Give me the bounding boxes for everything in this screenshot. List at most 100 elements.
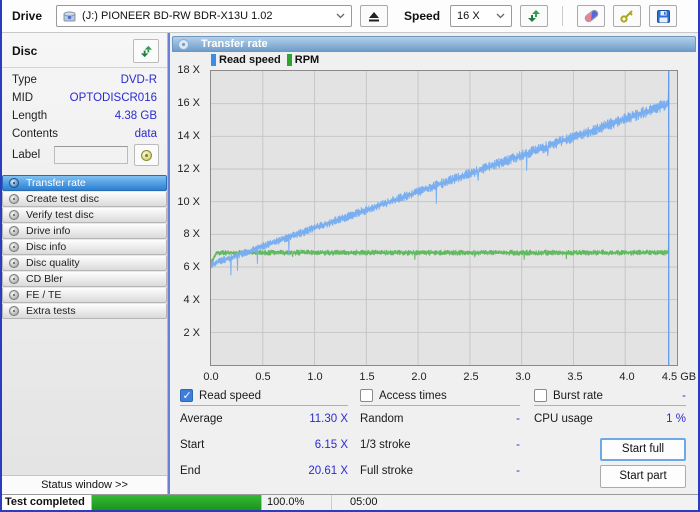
panel-title-bar: Transfer rate	[172, 36, 696, 52]
divider	[2, 67, 167, 68]
rpm-legend-label: RPM	[294, 54, 320, 66]
disc-icon	[9, 194, 19, 204]
stat-row-start: Start 6.15 X	[180, 432, 348, 458]
stat-title: Read speed	[199, 389, 262, 402]
disc-field-length: Length 4.38 GB	[12, 110, 157, 126]
read-speed-legend-label: Read speed	[219, 54, 281, 66]
stat-label: Full stroke	[360, 465, 414, 477]
stat-row-third-stroke: 1/3 stroke -	[360, 432, 520, 458]
write-label-button[interactable]	[134, 144, 159, 166]
disc-field-type: Type DVD-R	[12, 74, 157, 90]
nav-item-label: Verify test disc	[26, 209, 94, 221]
nav-item-label: Disc info	[26, 241, 67, 253]
label-input[interactable]	[54, 146, 129, 164]
speed-value: 16 X	[457, 10, 480, 22]
read-speed-legend-swatch	[211, 54, 216, 66]
drive-value: (J:) PIONEER BD-RW BDR-X13U 1.02	[82, 10, 273, 22]
speed-select[interactable]: 16 X	[450, 5, 513, 27]
nav-item-label: Drive info	[26, 225, 71, 237]
access-times-checkbox[interactable]	[360, 389, 373, 402]
disc-icon	[178, 38, 189, 50]
stats-read-speed: Read speed Average 11.30 X Start 6.15 X …	[180, 388, 348, 484]
disc-icon	[9, 210, 19, 220]
stat-label: 1/3 stroke	[360, 439, 411, 451]
progress-bar	[92, 495, 262, 510]
disc-field-mid: MID OPTODISCR016	[12, 92, 157, 108]
stat-value: 20.61 X	[308, 465, 348, 477]
disc-label-row: Label	[12, 143, 159, 167]
stat-value: 11.30 X	[309, 413, 348, 425]
nav-item-disc-info[interactable]: Disc info	[2, 239, 167, 255]
status-text: Test completed	[2, 495, 92, 510]
transfer-rate-panel: Transfer rate Read speed RPM 18 X 16 X 14 …	[170, 33, 698, 494]
nav-item-cd-bler[interactable]: CD Bler	[2, 271, 167, 287]
label-field-label: Label	[12, 149, 41, 161]
stat-value: -	[516, 413, 520, 425]
disc-quality-tool-button[interactable]	[577, 5, 606, 27]
disc-icon	[141, 149, 153, 161]
stat-row-end: End 20.61 X	[180, 458, 348, 484]
disc-icon	[9, 306, 19, 316]
drive-icon	[63, 11, 76, 21]
disc-field-contents: Contents data	[12, 128, 157, 144]
eject-button[interactable]	[360, 5, 389, 27]
nav-item-extra-tests[interactable]: Extra tests	[2, 303, 167, 319]
rpm-legend-swatch	[286, 54, 292, 66]
disc-icon	[9, 258, 19, 268]
nav-item-create-test-disc[interactable]: Create test disc	[2, 191, 167, 207]
chevron-down-icon	[336, 13, 345, 19]
start-full-button[interactable]: Start full	[600, 438, 686, 461]
stat-row-cpu-usage: CPU usage 1 %	[534, 406, 686, 432]
stat-label: Average	[180, 413, 223, 425]
nav-item-label: FE / TE	[26, 289, 62, 301]
nav-list: Transfer rate Create test disc Verify te…	[2, 175, 167, 319]
toolbar-separator	[562, 6, 564, 26]
refresh-icon	[140, 45, 152, 57]
field-value: OPTODISCR016	[69, 92, 157, 104]
stat-row-full-stroke: Full stroke -	[360, 458, 520, 484]
stat-value: -	[516, 439, 520, 451]
nav-item-transfer-rate[interactable]: Transfer rate	[2, 175, 167, 191]
stat-title: Burst rate	[553, 389, 603, 402]
pill-icon	[582, 8, 600, 24]
save-icon	[656, 9, 670, 23]
stat-value: 1 %	[666, 413, 686, 425]
x-axis-labels: 0.0 0.5 1.0 1.5 2.0 2.5 3.0 3.5 4.0 4.5 GB	[203, 371, 697, 383]
status-bar: Test completed 100.0% 05:00	[2, 494, 698, 510]
chart-legend: Read speed RPM	[211, 54, 319, 66]
refresh-speed-button[interactable]	[520, 5, 549, 27]
status-window-button[interactable]: Status window >>	[2, 475, 167, 494]
disc-icon	[9, 242, 19, 252]
field-value: DVD-R	[120, 74, 157, 86]
field-label: Length	[12, 110, 48, 122]
nav-item-label: Extra tests	[26, 305, 76, 317]
nav-item-verify-test-disc[interactable]: Verify test disc	[2, 207, 167, 223]
read-speed-checkbox[interactable]	[180, 389, 193, 402]
stat-header-value: -	[682, 389, 686, 402]
stats-access-times: Access times Random - 1/3 stroke - Full …	[360, 388, 520, 484]
license-button[interactable]	[613, 5, 642, 27]
stat-label: CPU usage	[534, 413, 593, 425]
progress-percent: 100.0%	[262, 495, 332, 510]
refresh-disc-button[interactable]	[133, 39, 159, 63]
nav-item-fe-te[interactable]: FE / TE	[2, 287, 167, 303]
stat-row-average: Average 11.30 X	[180, 406, 348, 432]
field-label: Contents	[12, 128, 59, 140]
disc-icon	[9, 290, 19, 300]
field-label: MID	[12, 92, 34, 104]
nav-item-label: Transfer rate	[26, 177, 86, 189]
nav-item-drive-info[interactable]: Drive info	[2, 223, 167, 239]
elapsed-time: 05:00	[350, 496, 378, 508]
speed-label: Speed	[404, 9, 441, 23]
stat-label: End	[180, 465, 201, 477]
sidebar: Disc Type DVD-R MID OPTODISCR016 Length …	[2, 33, 168, 494]
disc-icon	[9, 178, 19, 188]
save-button[interactable]	[649, 5, 678, 27]
transfer-rate-chart	[210, 70, 678, 366]
nav-item-label: Disc quality	[26, 257, 80, 269]
field-value: data	[134, 128, 157, 140]
start-part-button[interactable]: Start part	[600, 465, 686, 488]
nav-item-disc-quality[interactable]: Disc quality	[2, 255, 167, 271]
drive-select[interactable]: (J:) PIONEER BD-RW BDR-X13U 1.02	[56, 5, 353, 27]
burst-rate-checkbox[interactable]	[534, 389, 547, 402]
